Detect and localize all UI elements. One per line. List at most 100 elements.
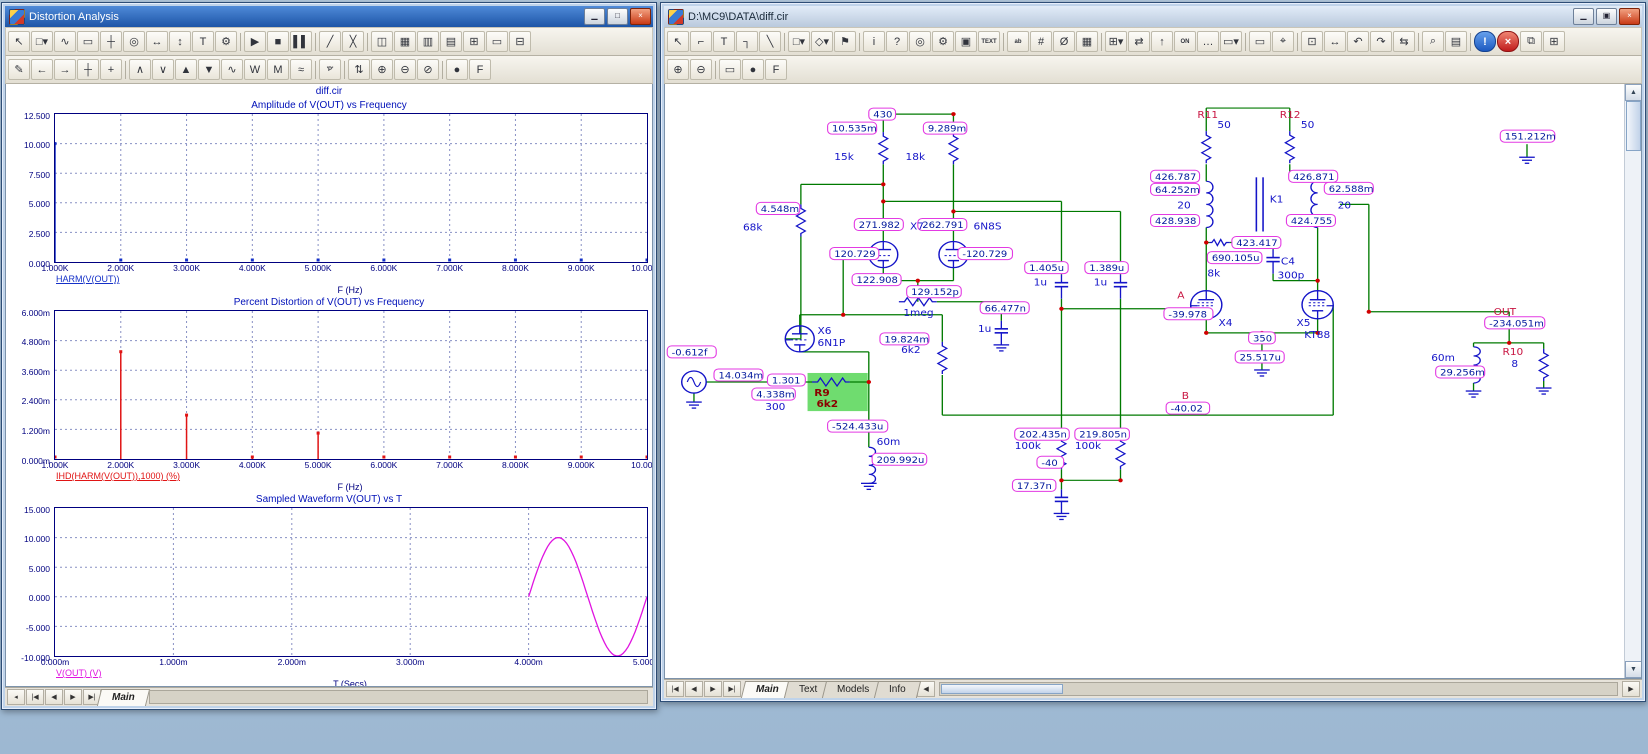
- info-circle-icon[interactable]: !: [1474, 31, 1496, 52]
- resistor[interactable]: [949, 132, 958, 164]
- select-area-icon[interactable]: ▭: [719, 59, 741, 80]
- graphics-dropdown-icon[interactable]: □▾: [31, 31, 53, 52]
- wire-mode-icon[interactable]: ┐: [736, 31, 758, 52]
- value-box[interactable]: 426.871: [1289, 170, 1338, 182]
- plot-legend[interactable]: V(OUT) (V): [56, 668, 652, 679]
- new-sheet-icon[interactable]: ▭: [1249, 31, 1271, 52]
- add-page-icon[interactable]: ⊞: [1543, 31, 1565, 52]
- ground-symbol[interactable]: [1536, 388, 1552, 394]
- value-box[interactable]: 428.938: [1151, 214, 1200, 226]
- ground-symbol[interactable]: [1254, 370, 1270, 376]
- value-box[interactable]: 423.417: [1232, 237, 1281, 249]
- ground-symbol[interactable]: [1054, 513, 1070, 519]
- prev-page-icon[interactable]: ◀: [45, 689, 63, 705]
- mode-dropdown-icon[interactable]: ⊞▾: [1105, 31, 1127, 52]
- value-box[interactable]: -39.978: [1164, 308, 1213, 320]
- help-mode-icon[interactable]: ?: [886, 31, 908, 52]
- horizontal-scroll-thumb[interactable]: [941, 684, 1063, 694]
- global-low-icon[interactable]: M: [267, 59, 289, 80]
- value-box[interactable]: 424.755: [1286, 214, 1335, 226]
- node-numbers-icon[interactable]: #: [1030, 31, 1052, 52]
- value-box[interactable]: 202.435n: [1015, 428, 1070, 440]
- select-tool-icon[interactable]: ↖: [667, 31, 689, 52]
- global-high-icon[interactable]: W: [244, 59, 266, 80]
- grid-toggle-icon[interactable]: ▦: [1076, 31, 1098, 52]
- pause-button[interactable]: ▌▌: [290, 31, 312, 52]
- resistor[interactable]: [1202, 131, 1211, 163]
- ground-symbol[interactable]: [1466, 391, 1482, 397]
- value-box[interactable]: -40: [1037, 456, 1064, 468]
- shapes-dropdown-icon[interactable]: ◇▾: [811, 31, 833, 52]
- ground-symbol[interactable]: [994, 345, 1010, 351]
- scroll-down-icon[interactable]: ▼: [1625, 661, 1642, 678]
- waveform-buffer-icon[interactable]: ∿: [54, 31, 76, 52]
- ground-symbol[interactable]: [861, 483, 877, 489]
- go-to-branch-icon[interactable]: ⇅: [348, 59, 370, 80]
- globe-icon[interactable]: ●: [742, 59, 764, 80]
- value-box[interactable]: 4.548m: [756, 202, 799, 214]
- mirror-icon[interactable]: ⇆: [1393, 31, 1415, 52]
- value-box[interactable]: 151.212m: [1500, 130, 1556, 142]
- component-mode-icon[interactable]: ⌐: [690, 31, 712, 52]
- value-box[interactable]: 271.982: [854, 218, 903, 230]
- properties-icon[interactable]: ⚙: [215, 31, 237, 52]
- resistor[interactable]: [879, 132, 888, 164]
- ground-symbol[interactable]: [1519, 157, 1535, 163]
- high-icon[interactable]: ▲: [175, 59, 197, 80]
- box-select-icon[interactable]: ⊡: [1301, 31, 1323, 52]
- sine-source[interactable]: [682, 371, 707, 393]
- attribute-text-icon[interactable]: ab: [1007, 31, 1029, 52]
- scale-mode-icon[interactable]: ▭: [77, 31, 99, 52]
- run-button[interactable]: ▶: [244, 31, 266, 52]
- panels-icon[interactable]: ⊞: [463, 31, 485, 52]
- valley-icon[interactable]: ∨: [152, 59, 174, 80]
- value-box[interactable]: 350: [1249, 332, 1276, 344]
- value-box[interactable]: 120.729: [830, 248, 879, 260]
- plot-canvas[interactable]: [54, 113, 648, 263]
- plot-canvas[interactable]: [54, 507, 648, 657]
- text-region-icon[interactable]: TEXT: [978, 31, 1000, 52]
- horizontal-scrollbar[interactable]: [939, 682, 1618, 696]
- stretch-icon[interactable]: ↔: [1324, 31, 1346, 52]
- value-box[interactable]: 1.405u: [1025, 262, 1068, 274]
- tab-main[interactable]: Main: [97, 689, 150, 706]
- cursor-target-icon[interactable]: ┼: [77, 59, 99, 80]
- point-tag-icon[interactable]: ◎: [123, 31, 145, 52]
- capacitor[interactable]: [1055, 489, 1068, 513]
- resistor[interactable]: [938, 342, 947, 374]
- select-tool-icon[interactable]: ↖: [8, 31, 30, 52]
- schematic-canvas[interactable]: 43010.535m9.289m4.548m271.982262.791120.…: [665, 84, 1625, 678]
- prev-page-icon[interactable]: ◀: [685, 681, 703, 697]
- scroll-left-mini[interactable]: ◂: [7, 689, 25, 705]
- add-tag-icon[interactable]: +: [100, 59, 122, 80]
- ruler-icon[interactable]: ▥: [417, 31, 439, 52]
- value-box[interactable]: -524.433u: [828, 420, 888, 432]
- value-box[interactable]: 219.805n: [1075, 428, 1130, 440]
- minimize-button[interactable]: ▁: [1573, 8, 1594, 25]
- value-box[interactable]: 426.787: [1151, 170, 1200, 182]
- font-icon[interactable]: F: [765, 59, 787, 80]
- first-page-icon[interactable]: |◀: [666, 681, 684, 697]
- vertical-tag-icon[interactable]: ↕: [169, 31, 191, 52]
- value-box[interactable]: 4.338m: [752, 388, 795, 400]
- zoom-out-icon[interactable]: ⊖: [394, 59, 416, 80]
- single-pane-icon[interactable]: ▭: [486, 31, 508, 52]
- info-mode-icon[interactable]: i: [863, 31, 885, 52]
- transformer-winding[interactable]: [1206, 181, 1213, 227]
- zoom-in-icon[interactable]: ⊕: [667, 59, 689, 80]
- zoom-in-icon[interactable]: ⊕: [371, 59, 393, 80]
- cursor-mode-icon[interactable]: ┼: [100, 31, 122, 52]
- rotate-cw-icon[interactable]: ↷: [1370, 31, 1392, 52]
- point-probe-icon[interactable]: ◎: [909, 31, 931, 52]
- close-button[interactable]: ×: [630, 8, 651, 25]
- plot-legend[interactable]: HARM(V(OUT)): [56, 274, 652, 285]
- resistor[interactable]: [1539, 349, 1548, 381]
- value-box[interactable]: 262.791: [918, 218, 967, 230]
- properties-icon[interactable]: ⚙: [932, 31, 954, 52]
- tag-right-icon[interactable]: →: [54, 59, 76, 80]
- plot-legend[interactable]: IHD(HARM(V(OUT)),1000) (%): [56, 471, 652, 482]
- capacitor[interactable]: [1266, 250, 1279, 274]
- pencil-icon[interactable]: ✎: [8, 59, 30, 80]
- vertical-scroll-thumb[interactable]: [1626, 101, 1641, 151]
- value-box[interactable]: 1.301: [767, 374, 805, 386]
